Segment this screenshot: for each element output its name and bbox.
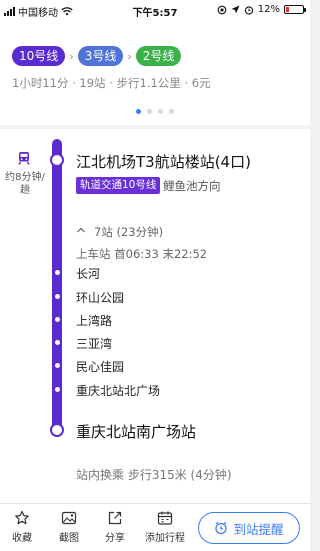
end-station-dot <box>50 423 64 437</box>
direction-label: 鲤鱼池方向 <box>163 179 221 193</box>
metro-train-icon <box>18 152 30 165</box>
end-station-name[interactable]: 重庆北站南广场站 <box>76 421 196 442</box>
collect-button[interactable]: 收藏 <box>2 510 42 544</box>
stop-dot <box>54 294 60 299</box>
stops-count: 7站 (23分钟) <box>94 225 164 239</box>
page-indicator[interactable] <box>0 109 310 114</box>
chevron-up-icon <box>77 227 85 233</box>
battery-icon <box>284 5 306 14</box>
status-bar: 中国移动 下午5:57 12% <box>0 0 310 20</box>
transfer-info: 站内换乘 步行315米 (4分钟) <box>76 468 232 482</box>
stop-name: 环山公园 <box>76 291 125 305</box>
screenshot-label: 截图 <box>59 533 79 544</box>
share-label: 分享 <box>105 533 125 544</box>
service-hours: 上车站 首06:33 末22:52 <box>76 247 208 261</box>
share-icon <box>108 511 122 525</box>
stop-dot <box>54 363 60 368</box>
star-icon <box>15 510 29 525</box>
add-trip-label: 添加行程 <box>145 533 185 544</box>
train-frequency: 约8分钟/趟 <box>5 172 45 196</box>
location-icon <box>231 5 240 14</box>
line-tag[interactable]: 轨道交通10号线 <box>76 177 161 194</box>
stop-dot <box>54 317 60 322</box>
stop-name: 三亚湾 <box>76 337 113 351</box>
page-dot-active[interactable] <box>136 109 141 114</box>
arrow-right-icon: › <box>127 49 132 63</box>
stop-name: 上湾路 <box>76 314 113 328</box>
stop-name: 重庆北站北广场 <box>76 384 161 398</box>
arrival-reminder-label: 到站提醒 <box>233 521 284 537</box>
add-trip-button[interactable]: 添加行程 <box>141 510 189 544</box>
arrival-reminder-button[interactable]: 到站提醒 <box>198 512 300 544</box>
orientation-lock-icon <box>217 5 227 14</box>
page-dot[interactable] <box>147 109 152 114</box>
stops-toggle[interactable]: 7站 (23分钟) <box>76 224 163 240</box>
page-dot[interactable] <box>169 109 174 114</box>
collect-label: 收藏 <box>12 533 32 544</box>
line-chip-3: 3号线 <box>77 46 124 66</box>
share-button[interactable]: 分享 <box>95 510 135 544</box>
line-chip-10: 10号线 <box>12 46 66 66</box>
line-chip-2: 2号线 <box>135 46 182 66</box>
screenshot-button[interactable]: 截图 <box>49 510 89 544</box>
alarm-icon <box>244 5 253 15</box>
route-meta: 1小时11分 · 19站 · 步行1.1公里 · 6元 <box>12 76 211 90</box>
battery-percent: 12% <box>257 4 280 15</box>
stop-name: 民心佳园 <box>76 360 125 374</box>
start-station-dot <box>50 153 64 167</box>
stop-name: 长河 <box>76 267 101 281</box>
start-station-name[interactable]: 江北机场T3航站楼站(4口) <box>76 151 251 172</box>
arrow-right-icon: › <box>69 49 74 63</box>
stop-dot <box>54 270 60 275</box>
calendar-icon <box>157 511 173 525</box>
alarm-clock-icon <box>215 521 228 535</box>
stop-dot <box>54 387 60 392</box>
route-summary-card[interactable]: 10号线 › 3号线 › 2号线 1小时11分 · 19站 · 步行1.1公里 … <box>0 20 310 125</box>
image-icon <box>61 511 77 525</box>
page-dot[interactable] <box>158 109 163 114</box>
bottom-toolbar: 收藏 截图 分享 添加行程 到站提醒 <box>0 503 310 551</box>
line-chips: 10号线 › 3号线 › 2号线 <box>12 46 182 66</box>
segment-detail: 约8分钟/趟 江北机场T3航站楼站(4口) 轨道交通10号线 鲤鱼池方向 7站 … <box>0 129 310 509</box>
stop-dot <box>54 340 60 345</box>
